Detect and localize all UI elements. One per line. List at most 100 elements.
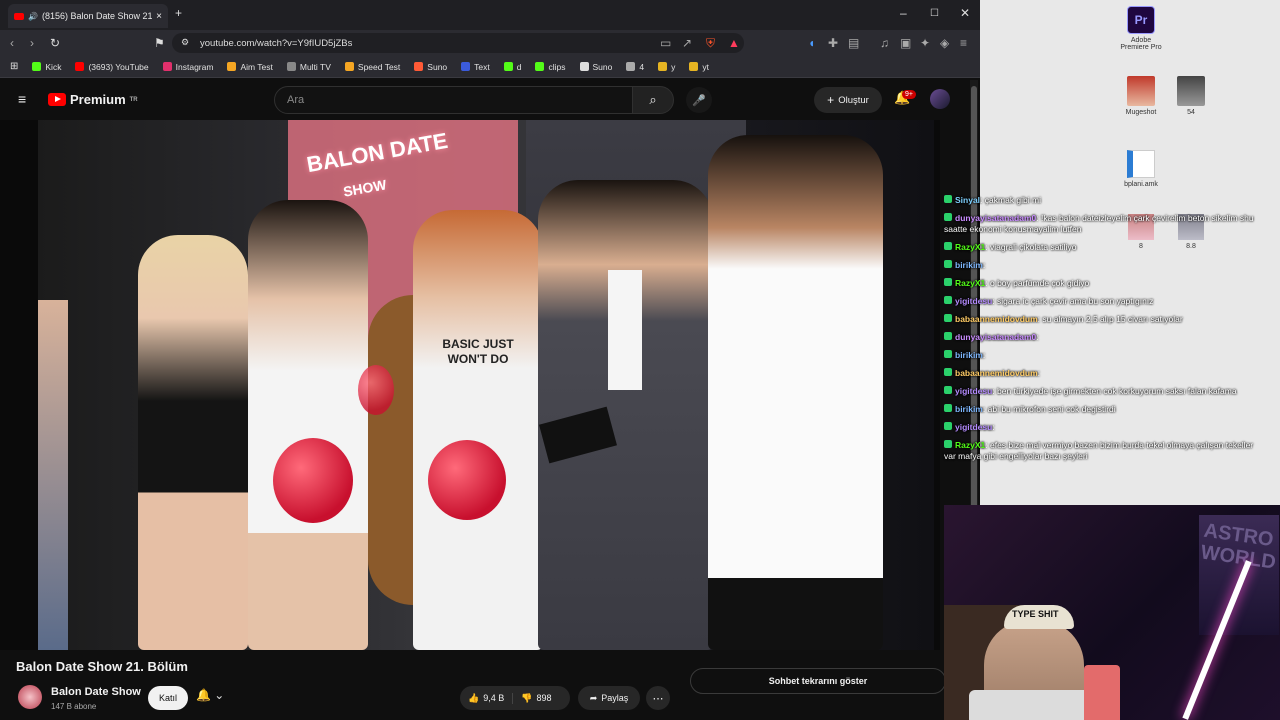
search-icon: ⌕ xyxy=(649,92,657,107)
leo-icon[interactable]: ✦ xyxy=(920,36,930,50)
desktop-icon-54[interactable]: 54 xyxy=(1166,76,1216,116)
premiere-pro-icon: Pr xyxy=(1127,6,1155,34)
dislike-button[interactable]: 👎 898 xyxy=(513,693,559,704)
bookmark-item[interactable]: Suno xyxy=(579,62,612,72)
chat-username[interactable]: birikim xyxy=(955,260,983,270)
chat-username[interactable]: RazyX1 xyxy=(955,440,985,450)
voice-search-button[interactable]: 🎤 xyxy=(686,87,712,113)
chat-username[interactable]: babaannemidovdum xyxy=(955,368,1038,378)
bookmark-item[interactable]: Aim Test xyxy=(227,61,273,72)
bookmarks-bar: ⊞ Kick (3693) YouTube Instagram Aim Test Mul… xyxy=(0,56,980,78)
bookmark-item[interactable]: (3693) YouTube xyxy=(75,62,149,72)
media-icon[interactable]: ♫ xyxy=(880,36,889,50)
bookmark-label: Aim Test xyxy=(240,61,273,72)
person-suit-host xyxy=(538,180,713,650)
chat-username[interactable]: RazyX1 xyxy=(955,278,985,288)
bookmark-item[interactable]: Instagram xyxy=(162,62,213,72)
chat-text: su almayın 2,5 alıp 15 civarı satıyolar xyxy=(1042,314,1183,324)
forward-icon[interactable]: › xyxy=(30,36,34,50)
chat-username[interactable]: Sinyal xyxy=(955,195,980,205)
chat-message: dunyayisatanadam0: !kas balon dateizleye… xyxy=(944,213,1264,235)
close-window-button[interactable]: ✕ xyxy=(960,6,970,20)
show-chat-replay-button[interactable]: Sohbet tekrarını göster xyxy=(690,668,946,694)
sidebar-icon[interactable]: ▤ xyxy=(848,36,859,50)
bookmark-item[interactable]: y xyxy=(658,62,675,72)
site-info-icon[interactable]: ⚙ xyxy=(181,37,189,48)
minimize-button[interactable]: – xyxy=(900,6,907,20)
url-input[interactable]: ⚙ youtube.com/watch?v=Y9fIUD5jZBs xyxy=(172,33,744,53)
bookmark-item[interactable]: Kick xyxy=(32,62,61,72)
brave-shield-icon[interactable]: ⛨ xyxy=(706,36,715,51)
desktop-icon-premiere[interactable]: Pr Adobe Premiere Pro xyxy=(1116,6,1166,51)
bookmark-item[interactable]: Text xyxy=(461,62,490,72)
thumbs-up-icon: 👍 xyxy=(468,692,480,703)
chat-username[interactable]: birikim xyxy=(955,404,983,414)
chat-username[interactable]: yigitdesu xyxy=(955,296,992,306)
youtube-header: ≡ Premium TR Ara ⌕ 🎤 + Oluştur 🔔 9+ xyxy=(0,80,970,120)
chat-separator: : xyxy=(982,350,986,360)
desktop-icon-mugeshot[interactable]: Mugeshot xyxy=(1116,76,1166,116)
channel-name[interactable]: Balon Date Show xyxy=(51,686,141,698)
desktop-icon-bplani[interactable]: bplani.amk xyxy=(1116,150,1166,188)
tab-youtube[interactable]: 🔊 (8156) Balon Date Show 21. B × xyxy=(8,4,168,28)
chat-username[interactable]: yigitdesu xyxy=(955,422,992,432)
account-avatar[interactable] xyxy=(930,89,950,109)
share-button[interactable]: ➦ Paylaş xyxy=(578,686,640,710)
bookmark-item[interactable]: Multi TV xyxy=(286,62,331,72)
like-button[interactable]: 👍 9,4 B xyxy=(460,692,514,704)
more-actions-button[interactable]: ⋯ xyxy=(646,686,670,710)
chat-username[interactable]: dunyayisatanadam0 xyxy=(955,213,1036,223)
bookmark-item[interactable]: clips xyxy=(535,62,566,72)
maximize-button[interactable]: ☐ xyxy=(930,8,939,19)
bookmark-label: yt xyxy=(702,61,709,72)
share-page-icon[interactable]: ↗ xyxy=(682,36,692,50)
join-button[interactable]: Katıl xyxy=(148,686,188,710)
chat-badge-icon xyxy=(944,404,952,412)
wallet-icon[interactable]: ▣ xyxy=(900,36,911,50)
audio-icon[interactable]: ◖ xyxy=(808,36,815,50)
hamburger-menu-icon[interactable]: ≡ xyxy=(18,91,26,107)
youtube-play-icon xyxy=(48,93,66,106)
stream-chat-overlay: Sinyal: çakmak gibi mi dunyayisatanadam0:… xyxy=(944,195,1264,505)
vpn-icon[interactable]: ◈ xyxy=(940,36,949,50)
chat-message: RazyX1: o boy parfümde çok gidiyo xyxy=(944,278,1264,289)
desktop-icon-label: 54 xyxy=(1187,109,1195,116)
bookmark-item[interactable]: yt xyxy=(689,62,709,72)
extensions-icon[interactable]: ✚ xyxy=(828,36,838,50)
bookmark-item[interactable]: Speed Test xyxy=(344,62,400,72)
reload-icon[interactable]: ↻ xyxy=(50,36,60,50)
create-label: Oluştur xyxy=(838,94,869,106)
close-tab-icon[interactable]: × xyxy=(156,11,162,22)
chat-username[interactable]: yigitdesu xyxy=(955,386,992,396)
menu-icon[interactable]: ≡ xyxy=(960,36,967,50)
chat-badge-icon xyxy=(944,195,952,203)
tab-bar: 🔊 (8156) Balon Date Show 21. B × + – ☐ ✕ xyxy=(0,0,980,30)
bookmark-favicon-icon xyxy=(658,62,668,71)
create-button[interactable]: + Oluştur xyxy=(814,87,882,113)
channel-avatar[interactable] xyxy=(18,685,42,709)
search-input[interactable]: Ara xyxy=(274,86,634,114)
chat-message: yigitdesu: ben türkiyede işe girmekten c… xyxy=(944,386,1264,397)
bookmark-icon[interactable]: ⚑ xyxy=(154,36,165,50)
brave-rewards-icon[interactable]: ▲ xyxy=(728,36,740,50)
bookmark-item[interactable]: Suno xyxy=(414,62,447,72)
subscriber-count: 147 B abone xyxy=(51,702,97,711)
chat-username[interactable]: babaannemidovdum xyxy=(955,314,1038,324)
subscription-bell-icon[interactable]: 🔔 ⌄ xyxy=(196,688,224,702)
back-icon[interactable]: ‹ xyxy=(10,36,14,50)
chat-text: ben türkiyede işe girmekten cok korkuyor… xyxy=(997,386,1237,396)
search-button[interactable]: ⌕ xyxy=(632,86,674,114)
chat-badge-icon xyxy=(944,332,952,340)
video-frame: BALON DATE SHOW BASIC JUST WON'T DO xyxy=(38,120,934,650)
new-tab-button[interactable]: + xyxy=(175,6,182,20)
apps-grid-icon[interactable]: ⊞ xyxy=(10,61,18,72)
youtube-logo[interactable]: Premium TR xyxy=(48,92,138,107)
chat-username[interactable]: birikim xyxy=(955,350,983,360)
video-player[interactable]: BALON DATE SHOW BASIC JUST WON'T DO xyxy=(0,120,940,650)
cast-icon[interactable]: ▭ xyxy=(660,36,671,50)
bookmark-item[interactable]: d xyxy=(503,62,521,72)
chat-message: dunyayisatanadam0: xyxy=(944,332,1264,343)
chat-username[interactable]: dunyayisatanadam0 xyxy=(955,332,1036,342)
bookmark-item[interactable]: 4 xyxy=(626,62,644,72)
chat-username[interactable]: RazyX1 xyxy=(955,242,985,252)
